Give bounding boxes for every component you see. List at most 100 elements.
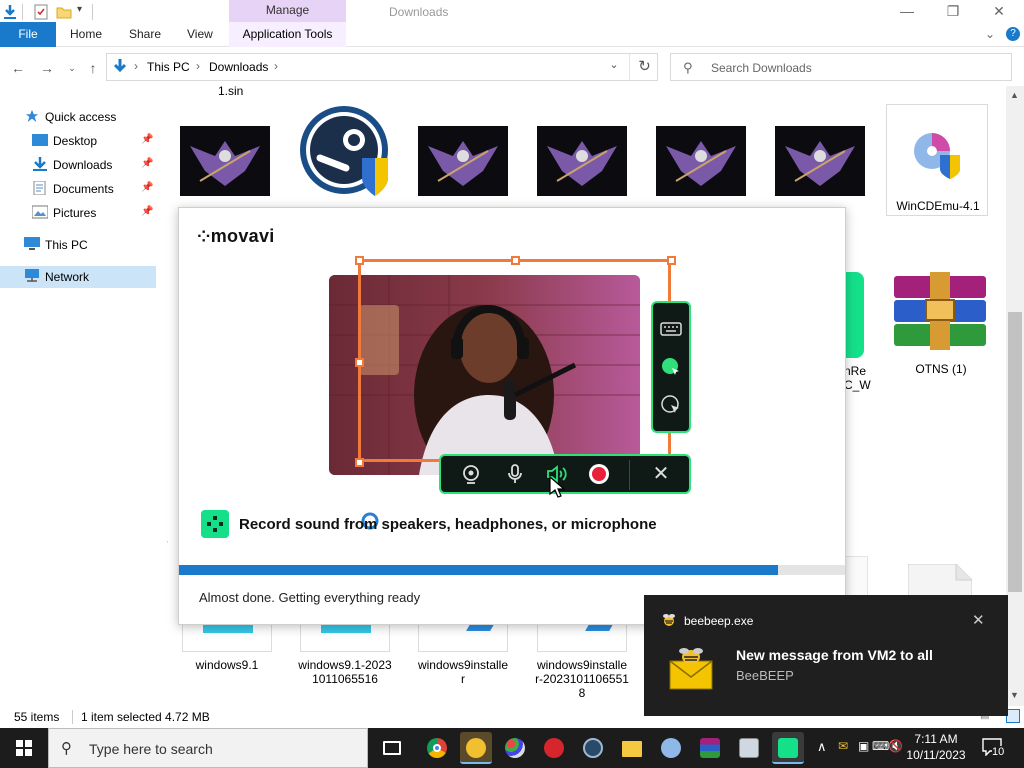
resize-handle[interactable] — [355, 458, 364, 467]
cursor-highlight-icon[interactable] — [659, 355, 683, 379]
quick-access-dropdown-icon[interactable]: ▾ — [77, 4, 82, 15]
maximize-button[interactable]: ❐ — [930, 0, 976, 22]
record-button-icon[interactable] — [587, 462, 611, 486]
file-name: windows9.1 — [195, 658, 259, 672]
show-hidden-icons-icon[interactable]: ∧ — [817, 739, 827, 755]
wincdemu-taskbar-icon[interactable] — [655, 732, 687, 764]
chrome-icon[interactable] — [421, 732, 453, 764]
keyboard-icon[interactable] — [659, 317, 683, 341]
resize-handle[interactable] — [667, 256, 676, 265]
scroll-down-icon[interactable]: ▼ — [1010, 690, 1019, 700]
movavi-taskbar-icon[interactable] — [772, 732, 804, 764]
file-item-otns[interactable]: OTNS (1) — [886, 272, 996, 382]
address-dropdown-icon[interactable]: ⌄ — [605, 58, 623, 76]
tab-file[interactable]: File — [0, 22, 56, 47]
tab-view[interactable]: View — [187, 22, 213, 47]
file-item[interactable] — [646, 126, 756, 216]
file-name-partial[interactable]: nRe C_W — [844, 364, 871, 392]
tab-manage[interactable]: Manage — [229, 0, 346, 22]
close-toolbar-icon[interactable]: ✕ — [649, 462, 673, 486]
envelope-bee-icon — [669, 648, 713, 690]
pin-icon[interactable]: 📌 — [141, 158, 153, 169]
wincdemu-disc-icon — [914, 133, 960, 179]
network-tray-icon[interactable]: ⌨ — [872, 739, 889, 753]
action-center-icon[interactable]: 10 — [980, 734, 1016, 762]
search-box[interactable]: ⚲ Search Downloads — [670, 53, 1012, 81]
file-item-wincdemu[interactable]: WinCDEmu-4.1 — [886, 104, 988, 216]
scrollbar-thumb[interactable] — [1008, 312, 1022, 592]
properties-icon[interactable] — [33, 4, 49, 20]
movavi-logo: ⁘movavi — [197, 226, 275, 247]
file-explorer-icon[interactable] — [616, 732, 648, 764]
file-name: windows9installe r — [417, 658, 509, 686]
notification-toast[interactable]: beebeep.exe ✕ New message from VM2 to al… — [644, 595, 1008, 716]
nav-downloads[interactable]: Downloads 📌 — [0, 154, 156, 176]
clock[interactable]: 7:11 AM 10/11/2023 — [904, 731, 968, 763]
taskbar-search-box[interactable]: ⚲ Type here to search — [48, 728, 368, 768]
tray-beebeep-icon[interactable]: ✉ — [838, 739, 848, 753]
breadcrumb-downloads[interactable]: Downloads — [209, 60, 268, 74]
tab-application-tools[interactable]: Application Tools — [229, 22, 346, 47]
nav-pictures[interactable]: Pictures 📌 — [0, 202, 156, 224]
nav-desktop[interactable]: Desktop 📌 — [0, 130, 156, 152]
steam-taskbar-icon[interactable] — [577, 732, 609, 764]
resize-handle[interactable] — [355, 358, 364, 367]
new-folder-icon[interactable] — [56, 4, 72, 20]
close-button[interactable]: ✕ — [976, 0, 1022, 22]
breadcrumb-separator-icon[interactable]: › — [196, 59, 200, 73]
nav-label: Quick access — [45, 110, 117, 124]
vertical-scrollbar[interactable]: ▲ ▼ — [1006, 86, 1024, 706]
file-item[interactable] — [408, 126, 518, 216]
file-item[interactable] — [170, 126, 280, 216]
breadcrumb-separator-icon[interactable]: › — [134, 59, 138, 73]
movavi-logo-icon: ⁘ — [197, 229, 211, 246]
task-view-icon[interactable] — [376, 732, 408, 764]
nav-this-pc[interactable]: This PC — [0, 234, 156, 256]
tab-share[interactable]: Share — [129, 22, 161, 47]
paint-icon[interactable] — [499, 732, 531, 764]
resize-handle[interactable] — [355, 256, 364, 265]
tab-home[interactable]: Home — [70, 22, 102, 47]
pin-icon[interactable]: 📌 — [141, 182, 153, 193]
remote-desktop-icon[interactable] — [733, 732, 765, 764]
red-app-icon[interactable] — [538, 732, 570, 764]
tray-app-icon[interactable]: ▣ — [858, 739, 869, 753]
breadcrumb-this-pc[interactable]: This PC — [147, 60, 190, 74]
forward-arrow-icon[interactable]: → — [37, 58, 57, 78]
volume-muted-icon[interactable]: 🔇 — [888, 739, 903, 753]
recording-area-frame[interactable] — [355, 256, 676, 467]
refresh-icon[interactable]: ↻ — [629, 54, 659, 80]
nav-network[interactable]: Network — [0, 266, 156, 288]
scroll-up-icon[interactable]: ▲ — [1010, 90, 1019, 100]
up-arrow-icon[interactable]: ↑ — [83, 58, 103, 78]
download-arrow-icon[interactable] — [2, 4, 18, 20]
pin-icon[interactable]: 📌 — [141, 206, 153, 217]
help-icon[interactable]: ? — [1006, 27, 1020, 41]
ribbon-expand-icon[interactable]: ⌄ — [985, 22, 995, 47]
toast-close-icon[interactable]: ✕ — [972, 611, 985, 629]
click-effect-icon[interactable] — [659, 393, 683, 417]
microphone-icon[interactable] — [503, 462, 527, 486]
nav-documents[interactable]: Documents 📌 — [0, 178, 156, 200]
recent-locations-icon[interactable]: ⌄ — [62, 58, 82, 78]
minimize-button[interactable]: — — [884, 0, 930, 22]
webcam-icon[interactable] — [459, 462, 483, 486]
address-bar[interactable]: › This PC › Downloads › ⌄ ↻ — [106, 53, 658, 81]
large-icons-view-icon[interactable] — [1006, 709, 1020, 723]
file-name-partial[interactable]: 1.sin — [218, 86, 243, 98]
beebeep-taskbar-icon[interactable] — [460, 732, 492, 764]
taskbar: ⚲ Type here to search ∧ ✉ ▣ ⌨ 🔇 7:11 AM … — [0, 728, 1024, 768]
breadcrumb-separator-icon[interactable]: › — [274, 59, 278, 73]
file-item[interactable] — [765, 126, 875, 216]
address-row: ← → ⌄ ↑ › This PC › Downloads › ⌄ ↻ ⚲ Se… — [0, 48, 1024, 86]
nav-quick-access[interactable]: Quick access — [0, 106, 156, 128]
winrar-taskbar-icon[interactable] — [694, 732, 726, 764]
back-arrow-icon[interactable]: ← — [8, 58, 28, 78]
resize-handle[interactable] — [511, 256, 520, 265]
windows-start-icon[interactable] — [0, 728, 48, 768]
clock-time: 7:11 AM — [914, 732, 958, 746]
file-item[interactable] — [290, 106, 400, 216]
pin-icon[interactable]: 📌 — [141, 134, 153, 145]
file-item[interactable] — [527, 126, 637, 216]
image-thumbnail — [180, 126, 270, 196]
